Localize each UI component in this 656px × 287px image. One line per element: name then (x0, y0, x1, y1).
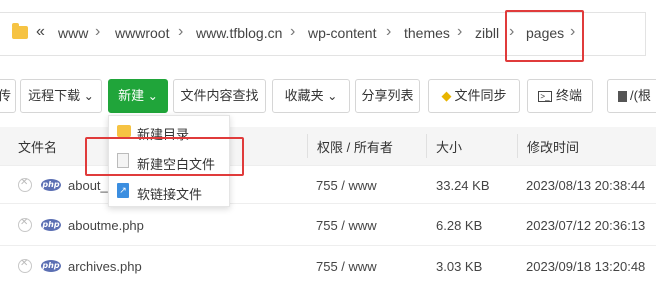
folder-icon (117, 125, 131, 137)
column-divider (517, 134, 518, 158)
highlight-box-new-blank-file (85, 137, 244, 176)
chevron-right-icon: › (290, 23, 296, 40)
new-button-label: 新建 (118, 88, 145, 103)
remote-download-button[interactable]: 远程下载 ⌄ (20, 79, 102, 113)
menu-item-symlink[interactable]: ↗ 软链接文件 (109, 176, 229, 206)
chevron-down-icon: ⌄ (147, 89, 158, 103)
chevron-right-icon: › (178, 23, 184, 40)
file-permission[interactable]: 755 / www (316, 178, 377, 193)
chevron-right-icon: › (457, 23, 463, 40)
row-divider (0, 203, 656, 204)
disk-icon (618, 91, 627, 103)
content-search-button[interactable]: 文件内容查找 (173, 79, 266, 113)
php-file-icon: php (41, 219, 61, 231)
folder-icon (12, 23, 28, 39)
file-permission[interactable]: 755 / www (316, 218, 377, 233)
file-name[interactable]: archives.php (68, 259, 142, 274)
favorites-button[interactable]: 收藏夹 ⌄ (272, 79, 350, 113)
php-file-icon: php (41, 179, 61, 191)
breadcrumb-item-wp-content[interactable]: wp-content (308, 25, 376, 41)
chevron-down-icon: ⌄ (83, 89, 94, 103)
upload-button-partial[interactable]: 传 (0, 79, 16, 113)
row-checkbox-icon[interactable] (18, 258, 32, 273)
highlight-box-pages (505, 10, 584, 62)
breadcrumb-item-domain[interactable]: www.tfblog.cn (196, 25, 282, 41)
column-divider (307, 134, 308, 158)
chevron-right-icon: › (386, 23, 392, 40)
breadcrumb-item-zibll[interactable]: zibll (475, 25, 499, 41)
breadcrumb-item-themes[interactable]: themes (404, 25, 450, 41)
terminal-button[interactable]: >_ 终端 (527, 79, 593, 113)
file-size: 33.24 KB (436, 178, 490, 193)
terminal-label: 终端 (555, 88, 582, 103)
column-header-permission[interactable]: 权限 / 所有者 (317, 137, 393, 156)
back-icon[interactable]: « (36, 23, 45, 41)
content-search-label: 文件内容查找 (180, 88, 259, 103)
file-mtime: 2023/08/13 20:38:44 (526, 178, 646, 193)
upload-button-label: 传 (0, 88, 11, 103)
php-file-icon: php (41, 260, 61, 272)
file-sync-label: 文件同步 (454, 88, 507, 103)
terminal-icon: >_ (537, 91, 552, 103)
chevron-down-icon: ⌄ (327, 89, 338, 103)
diamond-icon: ◆ (441, 88, 452, 103)
disk-root-button[interactable]: /(根 (607, 79, 656, 113)
symlink-icon: ↗ (117, 183, 129, 198)
breadcrumb-item-www[interactable]: www (58, 25, 88, 41)
share-list-label: 分享列表 (361, 88, 414, 103)
chevron-right-icon: › (95, 23, 101, 40)
row-checkbox-icon[interactable] (18, 217, 32, 232)
row-checkbox-icon[interactable] (18, 177, 32, 192)
menu-item-label: 软链接文件 (137, 187, 203, 202)
file-sync-button[interactable]: ◆ 文件同步 (428, 79, 520, 113)
file-mtime: 2023/09/18 13:20:48 (526, 259, 646, 274)
column-header-mtime[interactable]: 修改时间 (527, 137, 579, 156)
file-mtime: 2023/07/12 20:36:13 (526, 218, 646, 233)
breadcrumb-item-wwwroot[interactable]: wwwroot (115, 25, 169, 41)
favorites-label: 收藏夹 (284, 88, 324, 103)
new-button[interactable]: 新建 ⌄ (108, 79, 168, 113)
disk-root-label: /(根 (630, 88, 651, 103)
file-name[interactable]: about_ (68, 178, 108, 193)
file-permission[interactable]: 755 / www (316, 259, 377, 274)
row-divider (0, 245, 656, 246)
remote-download-label: 远程下载 (28, 88, 81, 103)
column-header-filename[interactable]: 文件名 (18, 137, 57, 156)
share-list-button[interactable]: 分享列表 (355, 79, 420, 113)
file-name[interactable]: aboutme.php (68, 218, 144, 233)
file-size: 3.03 KB (436, 259, 483, 274)
file-size: 6.28 KB (436, 218, 483, 233)
column-divider (426, 134, 427, 158)
column-header-size[interactable]: 大小 (436, 137, 462, 156)
